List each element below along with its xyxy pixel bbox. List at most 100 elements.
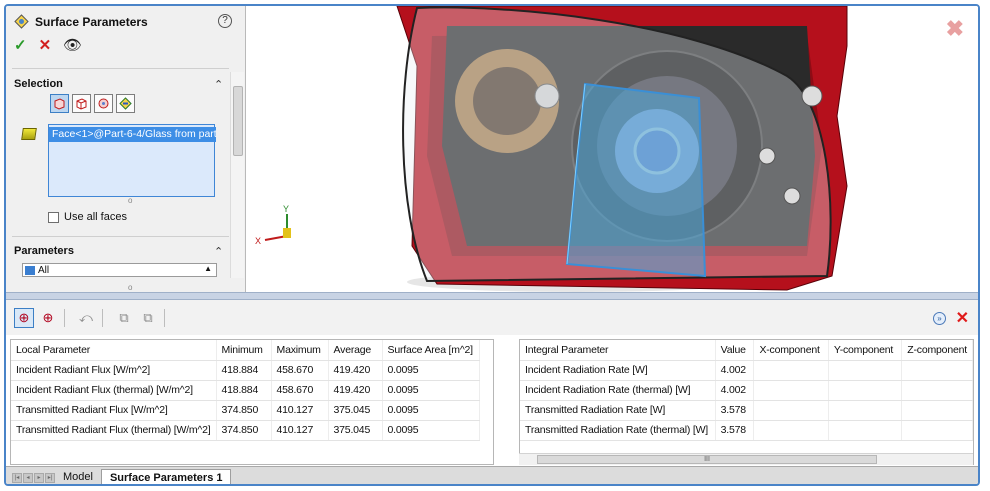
svg-text:X: X bbox=[255, 236, 261, 246]
filter-body-icon[interactable] bbox=[72, 94, 91, 113]
table-cell bbox=[753, 420, 829, 441]
pm-title: Surface Parameters bbox=[35, 14, 148, 29]
copy-icon[interactable]: ⧉ bbox=[114, 308, 134, 328]
pm-grip-icon[interactable]: o bbox=[128, 283, 132, 292]
selection-heading: Selection bbox=[14, 78, 63, 90]
toolbar-divider bbox=[164, 309, 165, 327]
table-cell: Transmitted Radiation Rate (thermal) [W] bbox=[520, 420, 716, 441]
column-header[interactable]: Y-component bbox=[828, 340, 903, 361]
column-header[interactable]: Maximum bbox=[271, 340, 329, 361]
table-cell: 458.670 bbox=[271, 380, 329, 401]
graphics-viewport[interactable]: Y X ✖ bbox=[247, 6, 980, 292]
pm-scrollbar[interactable] bbox=[230, 72, 244, 278]
table-cell: 418.884 bbox=[216, 380, 272, 401]
table-cell: 419.420 bbox=[328, 360, 383, 381]
table-cell bbox=[901, 380, 973, 401]
table-cell bbox=[753, 380, 829, 401]
prev-tab-icon[interactable]: ◂ bbox=[23, 473, 33, 483]
table-cell: 0.0095 bbox=[382, 400, 480, 421]
table-row[interactable]: Incident Radiant Flux [W/m^2] 418.884 45… bbox=[11, 360, 480, 381]
cancel-x-icon[interactable]: ✕ bbox=[39, 36, 52, 54]
ok-check-icon[interactable]: ✓ bbox=[14, 36, 27, 54]
dropdown-arrow-icon[interactable]: ▲ bbox=[204, 264, 212, 273]
table-cell: 4.002 bbox=[715, 360, 755, 381]
table-cell: 0.0095 bbox=[382, 360, 480, 381]
table-cell: 3.578 bbox=[715, 400, 755, 421]
table-cell: 458.670 bbox=[271, 360, 329, 381]
selection-listbox[interactable]: Face<1>@Part-6-4/Glass from part bbox=[48, 124, 216, 197]
all-parameters-icon bbox=[25, 265, 35, 275]
column-header[interactable]: Value bbox=[715, 340, 755, 361]
table-cell bbox=[828, 420, 903, 441]
table-cell: 0.0095 bbox=[382, 380, 480, 401]
table-row[interactable]: Incident Radiation Rate [W] 4.002 bbox=[520, 360, 973, 381]
pm-scrollbar-thumb[interactable] bbox=[233, 86, 243, 156]
table-row[interactable]: Transmitted Radiant Flux (thermal) [W/m^… bbox=[11, 420, 480, 441]
integral-parameters-table: Integral Parameter Value X-component Y-c… bbox=[519, 339, 974, 465]
collapse-selection-icon[interactable]: ⌃ bbox=[214, 78, 223, 91]
table-cell: 374.850 bbox=[216, 420, 272, 441]
column-header[interactable]: Integral Parameter bbox=[520, 340, 716, 361]
table-row[interactable]: Transmitted Radiant Flux [W/m^2] 374.850… bbox=[11, 400, 480, 421]
expand-chevron-icon[interactable]: » bbox=[933, 312, 946, 325]
column-header[interactable]: X-component bbox=[753, 340, 829, 361]
last-tab-icon[interactable]: ▸| bbox=[45, 473, 55, 483]
selected-face-item[interactable]: Face<1>@Part-6-4/Glass from part bbox=[49, 127, 216, 142]
panel-splitter[interactable] bbox=[6, 292, 978, 300]
paste-icon[interactable]: ⧉ bbox=[138, 308, 158, 328]
column-header[interactable]: Surface Area [m^2] bbox=[382, 340, 480, 361]
first-tab-icon[interactable]: |◂ bbox=[12, 473, 22, 483]
table-cell: Transmitted Radiant Flux [W/m^2] bbox=[11, 400, 217, 421]
resize-handle-icon[interactable]: o bbox=[128, 196, 132, 205]
table-cell: 418.884 bbox=[216, 360, 272, 381]
table-cell bbox=[901, 400, 973, 421]
table-cell bbox=[901, 420, 973, 441]
property-manager: Surface Parameters ? ✓ ✕ 👁 Selection ⌃ F… bbox=[6, 6, 246, 292]
tab-model[interactable]: Model bbox=[55, 469, 101, 484]
parameters-heading: Parameters bbox=[14, 245, 74, 257]
selection-filters bbox=[50, 94, 135, 113]
close-viewport-x-icon[interactable]: ✖ bbox=[946, 16, 964, 42]
filter-face-icon[interactable] bbox=[50, 94, 69, 113]
parameters-value: All bbox=[38, 264, 50, 276]
use-all-faces-checkbox[interactable] bbox=[48, 211, 59, 223]
table-cell bbox=[828, 360, 903, 381]
parameters-list[interactable]: All ▲ bbox=[22, 263, 217, 277]
column-header[interactable]: Local Parameter bbox=[11, 340, 217, 361]
filter-all-icon[interactable] bbox=[116, 94, 135, 113]
recalculate-icon[interactable]: ⊕ bbox=[14, 308, 34, 328]
table-cell bbox=[828, 380, 903, 401]
table-row[interactable]: Incident Radiation Rate (thermal) [W] 4.… bbox=[520, 380, 973, 401]
column-header[interactable]: Minimum bbox=[216, 340, 272, 361]
export-icon[interactable]: ⤺ bbox=[76, 308, 96, 328]
table-cell: 410.127 bbox=[271, 400, 329, 421]
svg-text:Y: Y bbox=[283, 204, 289, 214]
divider bbox=[12, 236, 229, 237]
preview-eye-icon[interactable]: 👁 bbox=[63, 36, 82, 54]
column-header[interactable]: Average bbox=[328, 340, 383, 361]
surface-parameters-icon bbox=[14, 14, 29, 29]
table-cell bbox=[901, 360, 973, 381]
next-tab-icon[interactable]: ▸ bbox=[34, 473, 44, 483]
table-row[interactable]: Transmitted Radiation Rate (thermal) [W]… bbox=[520, 420, 973, 441]
toolbar-divider bbox=[102, 309, 103, 327]
filter-component-icon[interactable] bbox=[94, 94, 113, 113]
column-header[interactable]: Z-component bbox=[901, 340, 973, 361]
tab-surface-parameters-1[interactable]: Surface Parameters 1 bbox=[100, 469, 232, 484]
headlight-model[interactable]: Y X bbox=[247, 6, 980, 292]
collapse-parameters-icon[interactable]: ⌃ bbox=[214, 245, 223, 258]
refresh-results-icon[interactable]: ⊕ bbox=[38, 308, 58, 328]
table-row[interactable]: Incident Radiant Flux (thermal) [W/m^2] … bbox=[11, 380, 480, 401]
table-cell bbox=[753, 360, 829, 381]
integral-table-hscroll[interactable]: III bbox=[519, 453, 973, 465]
hscroll-thumb[interactable]: III bbox=[537, 455, 877, 464]
table-cell: Incident Radiant Flux (thermal) [W/m^2] bbox=[11, 380, 217, 401]
table-cell bbox=[828, 400, 903, 421]
table-cell: Incident Radiation Rate [W] bbox=[520, 360, 716, 381]
table-cell: 375.045 bbox=[328, 400, 383, 421]
use-all-faces-row: Use all faces bbox=[48, 211, 127, 223]
help-icon[interactable]: ? bbox=[218, 14, 232, 28]
table-row[interactable]: Transmitted Radiation Rate [W] 3.578 bbox=[520, 400, 973, 421]
close-results-x-icon[interactable]: ✕ bbox=[956, 308, 969, 328]
table-cell: 410.127 bbox=[271, 420, 329, 441]
